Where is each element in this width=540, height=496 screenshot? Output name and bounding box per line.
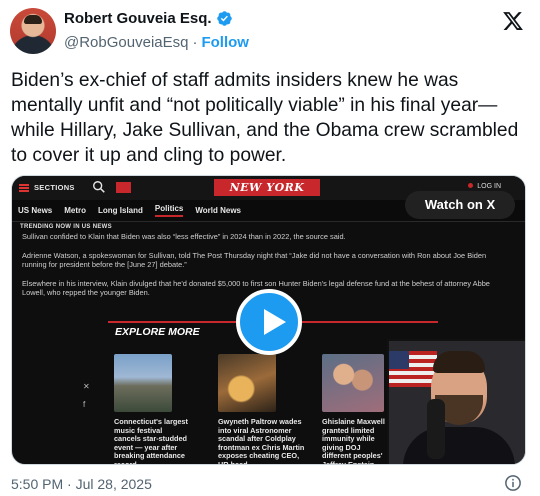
info-icon[interactable] bbox=[504, 474, 522, 492]
nav-item-metro: Metro bbox=[64, 206, 87, 215]
tweet-text: Biden’s ex-chief of staff admits insider… bbox=[11, 70, 519, 166]
hamburger-icon bbox=[19, 184, 29, 192]
author-name-row: Robert Gouveia Esq. bbox=[64, 10, 233, 27]
sections-label: SECTIONS bbox=[34, 183, 75, 192]
nav-item-us-news: US News bbox=[18, 206, 53, 215]
article-paragraph: Adrienne Watson, a spokeswoman for Sulli… bbox=[22, 250, 487, 270]
play-icon[interactable] bbox=[236, 289, 302, 355]
webcam-overlay bbox=[387, 339, 525, 464]
nav-item-politics: Politics bbox=[154, 204, 184, 217]
mail-icon bbox=[116, 182, 131, 193]
card-caption: Ghislaine Maxwell granted limited immuni… bbox=[322, 417, 385, 465]
flag-background bbox=[389, 351, 437, 387]
author-name[interactable]: Robert Gouveia Esq. bbox=[64, 10, 212, 27]
card-thumbnail-festival bbox=[114, 354, 172, 412]
card-caption: Connecticut's largest music festival can… bbox=[114, 417, 188, 465]
login-label: LOG IN bbox=[468, 183, 501, 190]
newspaper-logo: NEW YORK POST bbox=[214, 179, 320, 211]
handle-row: @RobGouveiaEsq · Follow bbox=[64, 34, 249, 51]
x-logo-icon[interactable] bbox=[502, 10, 524, 32]
card-thumbnail-paltrow bbox=[218, 354, 276, 412]
article-paragraph: Sullivan confided to Klain that Biden wa… bbox=[22, 232, 346, 241]
explore-more-heading: EXPLORE MORE bbox=[115, 326, 200, 338]
verified-badge-icon bbox=[216, 11, 232, 26]
microphone bbox=[427, 399, 445, 459]
tweet-timestamp[interactable]: 5:50 PM · Jul 28, 2025 bbox=[11, 476, 152, 492]
share-icons: ✕ f bbox=[83, 382, 90, 409]
nav-item-world-news: World News bbox=[195, 206, 241, 215]
card-caption: Gwyneth Paltrow wades into viral Astrono… bbox=[218, 417, 305, 465]
avatar[interactable] bbox=[10, 8, 56, 54]
card-thumbnail-maxwell bbox=[322, 354, 384, 412]
follow-button[interactable]: Follow bbox=[201, 34, 249, 51]
author-handle[interactable]: @RobGouveiaEsq bbox=[64, 34, 188, 51]
search-icon bbox=[93, 181, 105, 193]
video-player[interactable]: SECTIONS NEW YORK POST LOG IN US News Me… bbox=[11, 175, 526, 465]
watch-on-x-button[interactable]: Watch on X bbox=[405, 191, 515, 219]
nav-item-long-island: Long Island bbox=[98, 206, 143, 215]
trending-label: TRENDING NOW IN US NEWS bbox=[20, 224, 112, 230]
separator-dot: · bbox=[192, 34, 198, 51]
